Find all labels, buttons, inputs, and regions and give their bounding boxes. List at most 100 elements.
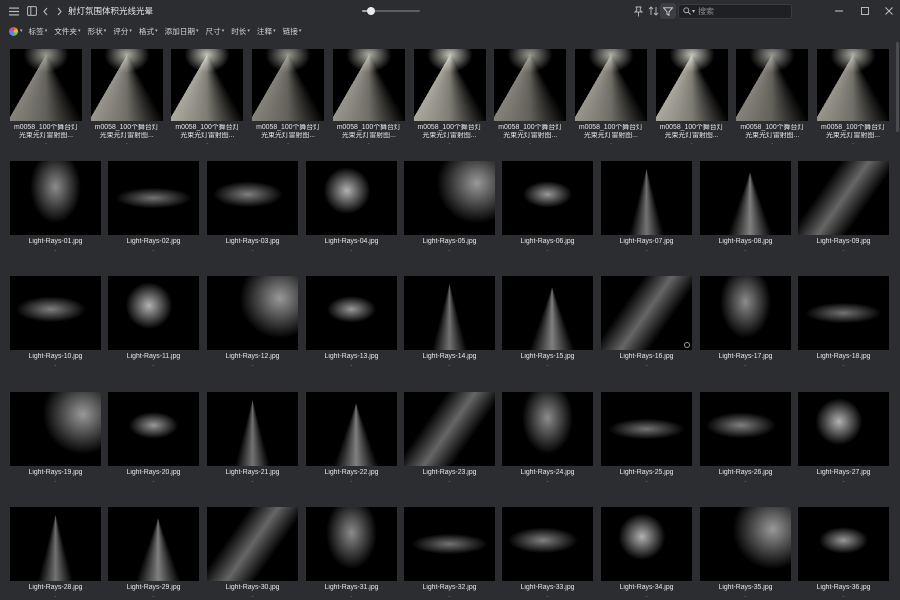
thumbnail-image[interactable]: [252, 49, 325, 121]
thumbnail-image[interactable]: [108, 276, 199, 350]
thumbnail-image[interactable]: [413, 49, 486, 121]
file-name: Light-Rays-24.jpg: [520, 469, 575, 476]
filter-item[interactable]: 添加日期 ▾: [165, 26, 199, 37]
chevron-down-icon: ▾: [103, 28, 107, 34]
file-name-line2: 光束光灯雷射图...: [745, 132, 800, 139]
thumbnail-image[interactable]: [306, 276, 397, 350]
thumbnail-image[interactable]: [700, 161, 791, 235]
thumbnail-image[interactable]: [601, 276, 692, 350]
thumbnail-image[interactable]: [601, 507, 692, 581]
file-name: Light-Rays-11.jpg: [126, 353, 181, 360]
filter-item[interactable]: 格式 ▾: [139, 26, 158, 37]
file-meta: -: [54, 594, 57, 600]
minimize-icon[interactable]: [830, 2, 848, 19]
filter-item[interactable]: 标签 ▾: [29, 26, 48, 37]
thumbnail-image[interactable]: [207, 161, 298, 235]
file-meta: -: [842, 479, 845, 485]
thumbnail-image[interactable]: [306, 161, 397, 235]
chevron-down-icon: ▾: [221, 28, 225, 34]
thumbnail-image[interactable]: [502, 276, 593, 350]
chevron-down-icon[interactable]: ▾: [692, 8, 695, 15]
thumbnail-image[interactable]: [207, 276, 298, 350]
close-icon[interactable]: [880, 2, 898, 19]
thumbnail-image[interactable]: [404, 392, 495, 466]
thumbnail-image[interactable]: [171, 49, 244, 121]
thumbnail-image[interactable]: [574, 49, 647, 121]
thumbnail-image[interactable]: [10, 161, 101, 235]
thumbnail-image[interactable]: [494, 49, 567, 121]
file-name: Light-Rays-34.jpg: [619, 584, 674, 591]
file-name: Light-Rays-21.jpg: [225, 469, 280, 476]
file-meta: -: [350, 479, 353, 485]
thumbnail-image[interactable]: [90, 49, 163, 121]
filter-item[interactable]: 评分 ▾: [113, 26, 132, 37]
thumbnail-image[interactable]: [655, 49, 728, 121]
thumbnail-image[interactable]: [404, 161, 495, 235]
sort-icon[interactable]: [645, 3, 661, 19]
file-meta: -: [251, 363, 254, 369]
filter-item[interactable]: 文件夹 ▾: [54, 26, 80, 37]
chevron-down-icon: ▾: [20, 28, 23, 34]
thumbnail-image[interactable]: [404, 276, 495, 350]
filter-item[interactable]: 尺寸 ▾: [206, 26, 225, 37]
file-meta: -: [609, 141, 612, 147]
thumbnail-size-slider[interactable]: [362, 6, 420, 16]
file-name: Light-Rays-15.jpg: [520, 353, 575, 360]
thumbnail-image[interactable]: [10, 392, 101, 466]
color-wheel-icon[interactable]: [9, 26, 18, 36]
thumbnail-image[interactable]: [700, 507, 791, 581]
thumbnail-image[interactable]: [108, 161, 199, 235]
thumbnail-image[interactable]: [306, 507, 397, 581]
file-meta: -: [54, 248, 57, 254]
file-meta: -: [448, 479, 451, 485]
filter-icon[interactable]: [660, 3, 676, 19]
thumbnail-image[interactable]: [817, 49, 889, 121]
thumbnail-image[interactable]: [502, 161, 593, 235]
thumbnail-image[interactable]: [700, 392, 791, 466]
file-grid: m0058_100个舞台灯 光束光灯雷射图... - m0058_100个舞台灯 光束光…: [0, 40, 900, 600]
filter-item[interactable]: 注释 ▾: [257, 26, 276, 37]
thumbnail-image[interactable]: [10, 276, 101, 350]
thumbnail-image[interactable]: [108, 392, 199, 466]
thumbnail-image[interactable]: [404, 507, 495, 581]
pin-icon[interactable]: [630, 3, 646, 19]
file-meta: -: [125, 141, 128, 147]
thumbnail-image[interactable]: [798, 161, 889, 235]
thumbnail-image[interactable]: [798, 392, 889, 466]
scrollbar[interactable]: [894, 40, 900, 600]
thumbnail-image[interactable]: [332, 49, 405, 121]
maximize-icon[interactable]: [856, 2, 874, 19]
thumbnail-image[interactable]: [10, 49, 82, 121]
thumbnail-image[interactable]: [207, 392, 298, 466]
thumbnail-image[interactable]: [798, 276, 889, 350]
chevron-down-icon: ▾: [129, 28, 132, 34]
file-name: Light-Rays-03.jpg: [225, 238, 280, 245]
thumbnail-image[interactable]: [306, 392, 397, 466]
file-meta: -: [350, 248, 353, 254]
scrollbar-thumb[interactable]: [896, 42, 899, 132]
thumbnail-image[interactable]: [108, 507, 199, 581]
search-icon: [683, 6, 691, 17]
thumbnail-image[interactable]: [10, 507, 101, 581]
thumbnail-image[interactable]: [207, 507, 298, 581]
thumbnail-image[interactable]: [736, 49, 809, 121]
thumbnail-image[interactable]: [601, 161, 692, 235]
thumbnail-image[interactable]: [502, 507, 593, 581]
thumbnail-image[interactable]: [601, 392, 692, 466]
chevron-right-icon[interactable]: [51, 3, 67, 19]
search-input[interactable]: [698, 7, 809, 16]
filter-item[interactable]: 链接 ▾: [283, 26, 302, 37]
file-meta: -: [251, 248, 254, 254]
filter-item-label: 添加日期: [164, 26, 195, 36]
thumbnail-image[interactable]: [700, 276, 791, 350]
thumbnail-image[interactable]: [798, 507, 889, 581]
hamburger-icon[interactable]: [6, 3, 22, 19]
file-name: Light-Rays-06.jpg: [520, 238, 575, 245]
filter-item[interactable]: 形状 ▾: [88, 26, 107, 37]
filter-item[interactable]: 时长 ▾: [231, 26, 250, 37]
search-box[interactable]: ▾: [678, 4, 809, 19]
slider-thumb[interactable]: [366, 7, 375, 15]
thumbnail-image[interactable]: [502, 392, 593, 466]
file-meta: -: [45, 141, 47, 147]
filter-item-label: 尺寸: [205, 26, 221, 36]
